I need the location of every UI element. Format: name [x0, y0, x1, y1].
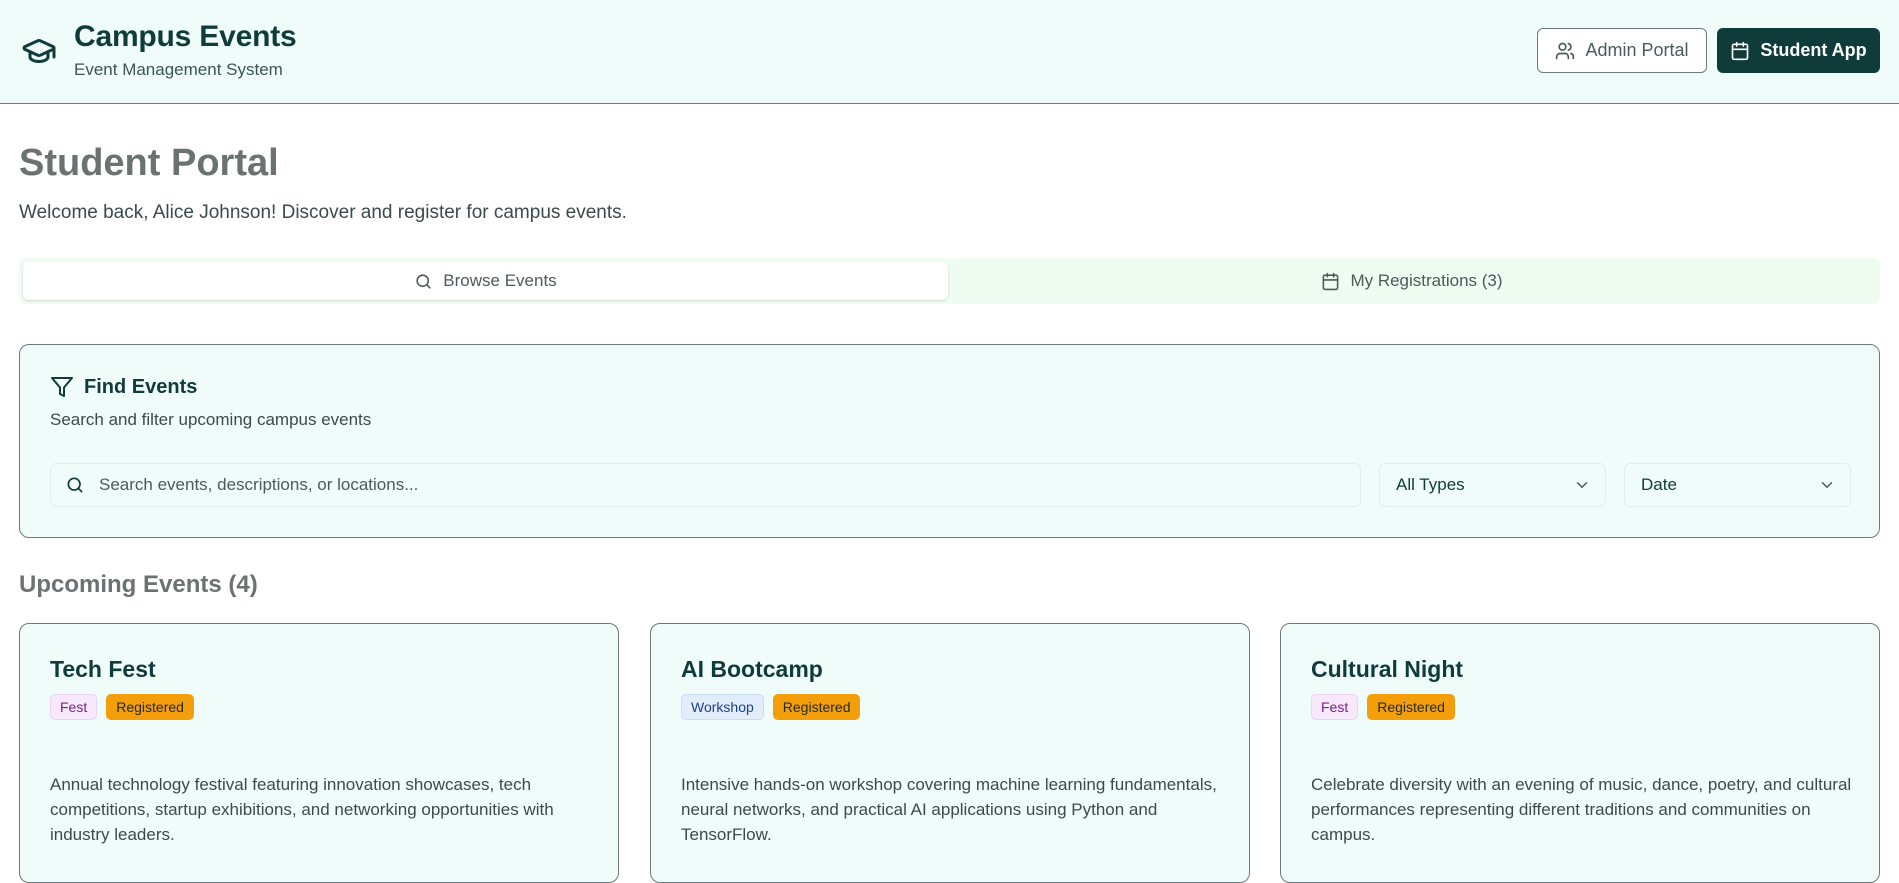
event-type-badge: Fest — [1311, 694, 1359, 720]
find-events-subtitle: Search and filter upcoming campus events — [50, 410, 372, 429]
sort-selected: Date — [1641, 475, 1677, 494]
event-description: Celebrate diversity with an evening of m… — [1311, 775, 1852, 844]
student-app-button[interactable]: Student App — [1717, 28, 1880, 73]
event-type-select[interactable]: All Types — [1379, 463, 1606, 507]
chevron-down-icon — [1821, 482, 1833, 488]
brand-subtitle: Event Management System — [74, 60, 283, 79]
tab-my-registrations-label: My Registrations (3) — [1350, 271, 1503, 290]
registered-badge: Registered — [1367, 694, 1455, 720]
page-title: Student Portal — [19, 142, 279, 184]
chevron-down-icon — [1576, 482, 1588, 488]
search-icon — [416, 273, 431, 289]
event-description: Intensive hands-on workshop covering mac… — [681, 775, 1217, 844]
brand-title: Campus Events — [74, 20, 297, 53]
calendar-icon — [1732, 41, 1749, 60]
app-header: Campus Events Event Management System Ad… — [0, 0, 1899, 104]
admin-portal-button[interactable]: Admin Portal — [1537, 28, 1707, 73]
registered-badge: Registered — [106, 694, 194, 720]
welcome-message: Welcome back, Alice Johnson! Discover an… — [19, 202, 627, 223]
event-type-badge: Fest — [50, 694, 98, 720]
event-badges: Fest Registered — [50, 694, 194, 720]
find-events-title: Find Events — [84, 375, 198, 398]
event-badges: Workshop Registered — [681, 694, 861, 720]
registered-badge: Registered — [772, 694, 861, 720]
event-title: AI Bootcamp — [681, 656, 823, 682]
users-icon — [1556, 42, 1575, 59]
search-input[interactable] — [99, 475, 1299, 495]
event-type-badge: Workshop — [681, 694, 764, 720]
upcoming-events-heading: Upcoming Events (4) — [19, 571, 258, 598]
sort-select[interactable]: Date — [1624, 463, 1851, 507]
filter-icon — [51, 377, 73, 397]
find-events-heading: Find Events — [50, 375, 197, 399]
event-title: Cultural Night — [1311, 656, 1464, 682]
event-title: Tech Fest — [50, 656, 156, 682]
event-badges: Fest Registered — [1311, 694, 1455, 720]
search-field[interactable] — [50, 463, 1361, 507]
search-icon — [67, 477, 83, 493]
admin-portal-label: Admin Portal — [1585, 40, 1689, 60]
calendar-icon — [1323, 272, 1339, 290]
graduation-cap-icon — [22, 39, 56, 63]
tab-list: Browse Events My Registrations (3) — [19, 258, 1880, 304]
tab-my-registrations[interactable]: My Registrations (3) — [948, 262, 1876, 300]
event-type-selected: All Types — [1396, 475, 1465, 494]
student-app-label: Student App — [1760, 40, 1867, 60]
event-card[interactable]: AI Bootcamp Workshop Registered Intensiv… — [650, 623, 1250, 883]
tab-browse-events-label: Browse Events — [443, 271, 557, 290]
find-events-card: Find Events Search and filter upcoming c… — [19, 344, 1880, 538]
event-card[interactable]: Tech Fest Fest Registered Annual technol… — [19, 623, 619, 883]
event-description: Annual technology festival featuring inn… — [50, 775, 554, 844]
tab-browse-events[interactable]: Browse Events — [23, 262, 948, 300]
event-card[interactable]: Cultural Night Fest Registered Celebrate… — [1280, 623, 1880, 883]
